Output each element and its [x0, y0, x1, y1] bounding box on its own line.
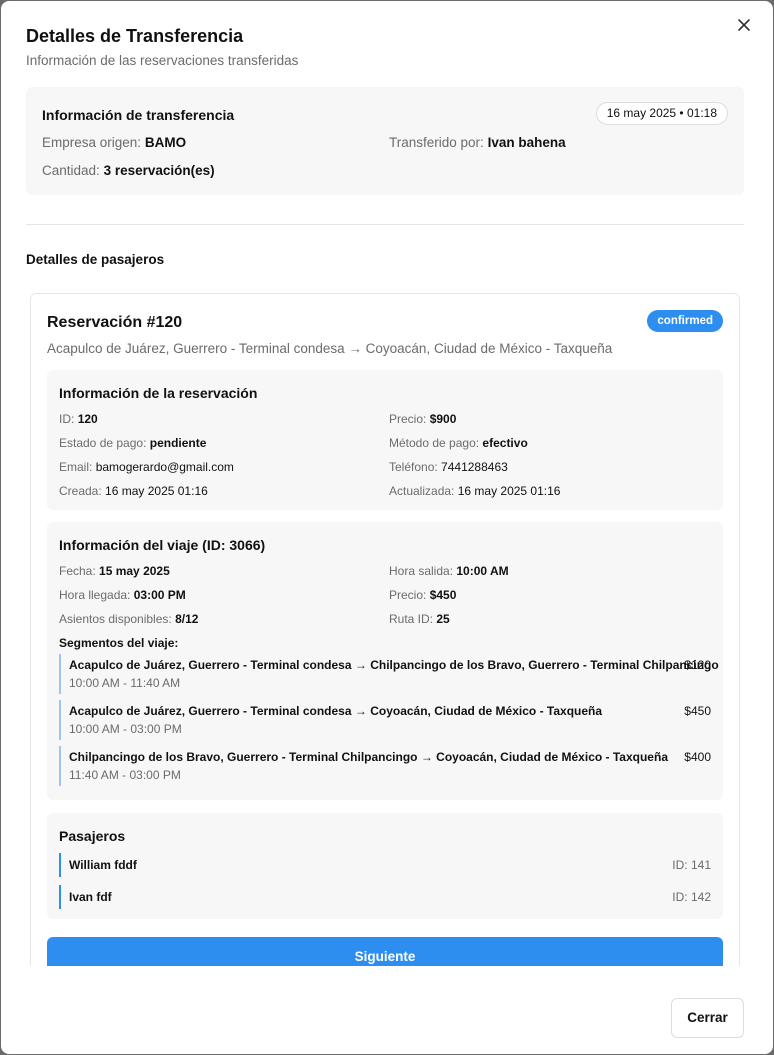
- trip-date: Fecha: 15 may 2025: [59, 564, 170, 578]
- reservation-price-value: $900: [429, 412, 457, 426]
- arrival-value: 03:00 PM: [133, 588, 186, 602]
- created-at: Creada: 16 may 2025 01:16: [59, 484, 208, 498]
- seats-label: Asientos disponibles:: [59, 612, 172, 626]
- trip-info-heading: Información del viaje (ID: 3066): [59, 537, 266, 553]
- passenger-name: William fddf: [69, 858, 137, 872]
- passenger-id: ID: 141: [672, 858, 711, 872]
- segment-route: Acapulco de Juárez, Guerrero - Terminal …: [69, 658, 719, 672]
- origin-company-label: Empresa origen:: [42, 135, 142, 150]
- segment-time: 10:00 AM - 03:00 PM: [69, 722, 182, 736]
- reservation-price: Precio: $900: [389, 412, 456, 426]
- reservation-id-value: 120: [77, 412, 98, 426]
- payment-method-value: efectivo: [482, 436, 528, 450]
- phone: Teléfono: 7441288463: [389, 460, 508, 474]
- quantity-label: Cantidad:: [42, 163, 100, 178]
- trip-price: Precio: $450: [389, 588, 456, 602]
- departure-label: Hora salida:: [389, 564, 454, 578]
- passenger-item: William fddf ID: 141: [59, 853, 711, 877]
- created-value: 16 may 2025 01:16: [105, 484, 208, 498]
- arrival-label: Hora llegada:: [59, 588, 131, 602]
- route-id-value: 25: [436, 612, 450, 626]
- trip-price-value: $450: [429, 588, 457, 602]
- passengers-heading: Pasajeros: [59, 828, 126, 844]
- origin-company: Empresa origen: BAMO: [42, 135, 186, 150]
- email: Email: bamogerardo@gmail.com: [59, 460, 234, 474]
- payment-method-label: Método de pago:: [389, 436, 480, 450]
- phone-label: Teléfono:: [389, 460, 438, 474]
- segments-heading: Segmentos del viaje:: [59, 636, 179, 650]
- updated-value: 16 may 2025 01:16: [457, 484, 561, 498]
- quantity-value: 3 reservación(es): [103, 163, 215, 178]
- available-seats: Asientos disponibles: 8/12: [59, 612, 198, 626]
- next-button[interactable]: Siguiente: [47, 937, 723, 966]
- segment-route: Acapulco de Juárez, Guerrero - Terminal …: [69, 704, 603, 718]
- reservation-info-card: Información de la reservación ID: 120 Pr…: [47, 370, 723, 510]
- updated-at: Actualizada: 16 may 2025 01:16: [389, 484, 560, 498]
- payment-status-label: Estado de pago:: [59, 436, 147, 450]
- reservation-card: Reservación #120 confirmed Acapulco de J…: [30, 293, 740, 966]
- arrival-time: Hora llegada: 03:00 PM: [59, 588, 186, 602]
- dialog-subtitle: Información de las reservaciones transfe…: [26, 53, 299, 68]
- passengers-card: Pasajeros William fddf ID: 141 Ivan fdf …: [47, 813, 723, 919]
- reservation-title: Reservación #120: [47, 314, 183, 331]
- reservation-id: ID: 120: [59, 412, 98, 426]
- trip-segment: Acapulco de Juárez, Guerrero - Terminal …: [59, 654, 719, 694]
- payment-status-value: pendiente: [149, 436, 207, 450]
- transfer-info-heading: Información de transferencia: [42, 107, 235, 123]
- transferred-by-value: Ivan bahena: [487, 135, 566, 150]
- close-icon[interactable]: [734, 15, 754, 35]
- passenger-details-heading: Detalles de pasajeros: [26, 252, 165, 267]
- route-id-label: Ruta ID:: [389, 612, 434, 626]
- trip-date-label: Fecha:: [59, 564, 96, 578]
- reservation-route: Acapulco de Juárez, Guerrero - Terminal …: [47, 341, 613, 356]
- origin-company-value: BAMO: [144, 135, 187, 150]
- segment-price: $120: [684, 658, 711, 672]
- trip-segment: Chilpancingo de los Bravo, Guerrero - Te…: [59, 746, 711, 786]
- reservation-id-label: ID:: [59, 412, 75, 426]
- departure-time: Hora salida: 10:00 AM: [389, 564, 509, 578]
- trip-segment: Acapulco de Juárez, Guerrero - Terminal …: [59, 700, 711, 740]
- route-id: Ruta ID: 25: [389, 612, 450, 626]
- passenger-name: Ivan fdf: [69, 890, 112, 904]
- email-value: bamogerardo@gmail.com: [95, 460, 234, 474]
- reservations-scroll-area[interactable]: Reservación #120 confirmed Acapulco de J…: [26, 288, 746, 966]
- trip-info-card: Información del viaje (ID: 3066) Fecha: …: [47, 522, 723, 800]
- trip-price-label: Precio:: [389, 588, 427, 602]
- reservation-price-label: Precio:: [389, 412, 427, 426]
- segment-price: $450: [684, 704, 711, 718]
- section-divider: [26, 224, 744, 225]
- transferred-by: Transferido por: Ivan bahena: [389, 135, 566, 150]
- segment-time: 11:40 AM - 03:00 PM: [69, 768, 181, 782]
- trip-date-value: 15 may 2025: [99, 564, 170, 578]
- transfer-datetime-badge: 16 may 2025 • 01:18: [595, 102, 728, 125]
- created-label: Creada:: [59, 484, 102, 498]
- transferred-by-label: Transferido por:: [389, 135, 484, 150]
- transfer-info-card: Información de transferencia 16 may 2025…: [26, 87, 744, 195]
- payment-status: Estado de pago: pendiente: [59, 436, 206, 450]
- reservation-info-heading: Información de la reservación: [59, 385, 258, 401]
- phone-value: 7441288463: [441, 460, 508, 474]
- segment-price: $400: [684, 750, 711, 764]
- transfer-details-dialog: Detalles de Transferencia Información de…: [1, 1, 773, 1054]
- updated-label: Actualizada:: [389, 484, 455, 498]
- departure-value: 10:00 AM: [456, 564, 509, 578]
- segment-time: 10:00 AM - 11:40 AM: [69, 676, 181, 690]
- status-badge: confirmed: [647, 310, 723, 332]
- close-button[interactable]: Cerrar: [671, 998, 744, 1038]
- dialog-title: Detalles de Transferencia: [26, 26, 244, 46]
- email-label: Email:: [59, 460, 93, 474]
- payment-method: Método de pago: efectivo: [389, 436, 528, 450]
- segment-route: Chilpancingo de los Bravo, Guerrero - Te…: [69, 750, 668, 764]
- reservation-quantity: Cantidad: 3 reservación(es): [42, 163, 215, 178]
- passenger-id: ID: 142: [672, 890, 711, 904]
- passenger-item: Ivan fdf ID: 142: [59, 885, 711, 909]
- seats-value: 8/12: [175, 612, 199, 626]
